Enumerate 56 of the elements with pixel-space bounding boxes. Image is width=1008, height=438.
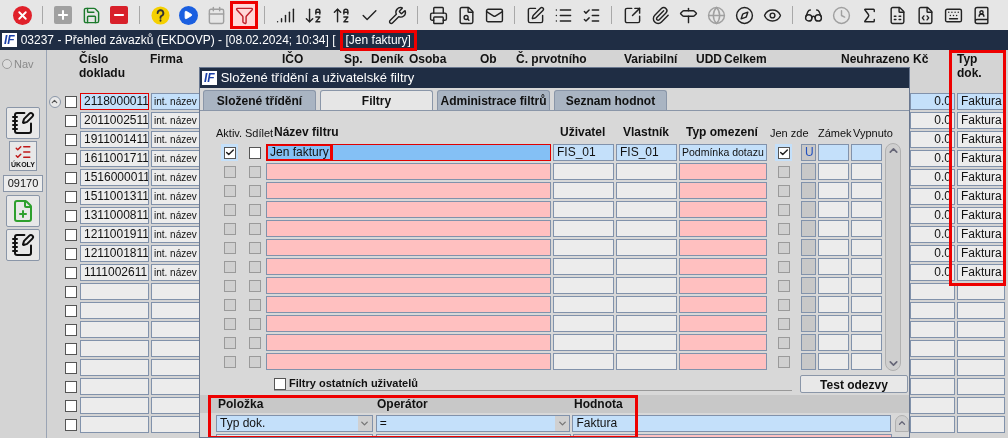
dropdown[interactable]: Typ dok. <box>216 414 373 432</box>
table-cell: FIS_01 <box>616 144 677 161</box>
table-cell: Faktura <box>957 112 1005 129</box>
table-cell: 1611001711 <box>80 150 149 167</box>
table-cell: 1511001311 <box>80 188 149 205</box>
input-field[interactable]: Faktura <box>572 414 891 432</box>
column-header: UDD <box>696 52 723 66</box>
checkbox-label: Filtry ostatních uživatelů <box>289 376 418 392</box>
table-cell: 1211001911 <box>80 226 149 243</box>
tab[interactable]: Filtry <box>320 90 433 110</box>
filter-label: [Jen faktury] <box>339 29 417 51</box>
table-cell: FIS_01 <box>553 144 614 161</box>
table-cell: 1311000811 <box>80 207 149 224</box>
test-button[interactable]: Test odezvy <box>800 375 908 393</box>
table-cell: Faktura <box>957 226 1005 243</box>
tab[interactable]: Administrace filtrů <box>437 90 550 110</box>
table-cell: 1111002611 <box>80 264 149 281</box>
column-header: Deník <box>371 52 405 66</box>
table-cell: U <box>801 144 816 161</box>
table-cell: Podmínka dotazu <box>679 144 767 161</box>
table-cell: Faktura <box>957 245 1005 262</box>
column-header: Operátor <box>377 396 429 413</box>
column-header: Číslo dokladu <box>79 52 125 80</box>
column-header: Firma <box>150 52 184 66</box>
tab[interactable]: Seznam hodnot <box>554 90 667 110</box>
logo: IF <box>202 71 217 85</box>
logo: IF <box>2 33 17 47</box>
column-header: Typ dok. <box>957 52 983 80</box>
column-header: Hodnota <box>574 396 623 413</box>
table-cell: Faktura <box>957 169 1005 186</box>
dialog-title: Složené třídění a uživatelské filtry <box>220 69 415 88</box>
column-header: Neuhrazeno Kč <box>841 52 930 66</box>
table-cell: Faktura <box>957 207 1005 224</box>
code-field[interactable]: 09170 <box>3 174 43 192</box>
column-header: IČO <box>282 52 305 66</box>
tab[interactable]: Složené třídění <box>203 90 316 110</box>
filter-name-field[interactable]: Jen faktury <box>266 144 551 161</box>
table-cell: 1911001411 <box>80 131 149 148</box>
column-header: Osoba <box>409 52 448 66</box>
column-header: Ob <box>480 52 498 66</box>
nav-label: Nav <box>14 57 34 72</box>
dropdown[interactable]: = <box>375 414 571 432</box>
column-header: Variabilní <box>624 52 679 66</box>
column-header: Č. prvotního <box>516 52 588 66</box>
column-header: Celkem <box>724 52 768 66</box>
table-cell: 1211001811 <box>80 245 149 262</box>
table-cell: Faktura <box>957 264 1005 281</box>
table-cell: 2011002511 <box>80 112 149 129</box>
window-title: 03237 - Přehled závazků (EKDOVP) - [08.02.2024; 10:34] [ <box>20 32 336 49</box>
column-header: Položka <box>218 396 265 413</box>
table-cell: Faktura <box>957 131 1005 148</box>
table-cell: Faktura <box>957 93 1005 110</box>
column-header: Sp. <box>344 52 364 66</box>
table-cell: 2118000011 <box>80 93 149 110</box>
table-cell: Faktura <box>957 188 1005 205</box>
table-cell: Faktura <box>957 150 1005 167</box>
